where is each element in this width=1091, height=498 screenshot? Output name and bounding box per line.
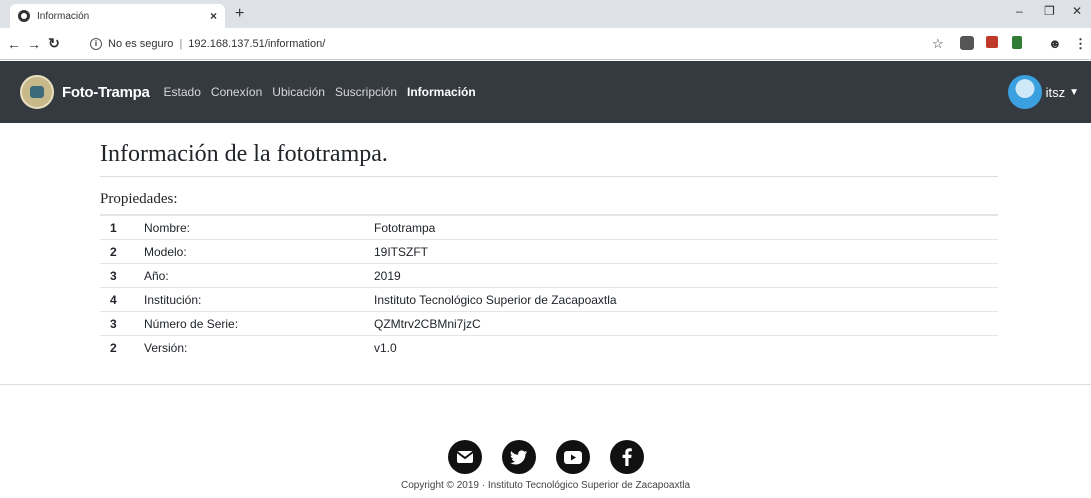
- close-window-icon[interactable]: ✕: [1072, 4, 1082, 18]
- main-content: Información de la fototrampa. Propiedade…: [100, 141, 998, 360]
- table-row: 2 Modelo: 19ITSZFT: [100, 239, 998, 264]
- row-index: 3: [100, 311, 144, 336]
- row-key: Modelo:: [144, 239, 374, 264]
- reload-icon[interactable]: ↻: [44, 35, 64, 52]
- youtube-icon[interactable]: [555, 440, 590, 474]
- browser-tabstrip: Información × + – ❐ ✕: [0, 0, 1091, 28]
- row-index: 3: [100, 263, 144, 288]
- row-value: 19ITSZFT: [374, 239, 998, 264]
- extension-icon[interactable]: [986, 36, 998, 48]
- avatar: [1007, 75, 1042, 109]
- envelope-icon[interactable]: [447, 440, 482, 474]
- url-text: 192.168.137.51/information/: [188, 38, 326, 50]
- back-icon[interactable]: ←: [4, 36, 24, 52]
- row-value: Fototrampa: [374, 215, 998, 240]
- row-key: Versión:: [144, 335, 374, 360]
- facebook-icon[interactable]: [609, 440, 644, 474]
- globe-icon: [18, 10, 30, 22]
- row-value: QZMtrv2CBMni7jzC: [374, 311, 998, 336]
- profile-icon[interactable]: ☻: [1048, 36, 1062, 51]
- row-index: 2: [100, 335, 144, 360]
- table-row: 4 Institución: Instituto Tecnológico Sup…: [100, 287, 998, 312]
- table-row: 3 Año: 2019: [100, 263, 998, 288]
- star-icon[interactable]: ☆: [932, 36, 944, 52]
- brand[interactable]: Foto-Trampa: [62, 84, 150, 101]
- table-row: 1 Nombre: Fototrampa: [100, 215, 998, 240]
- tab-title: Información: [37, 10, 90, 22]
- footer-divider: [0, 384, 1091, 385]
- restore-icon[interactable]: ❐: [1044, 4, 1055, 18]
- menu-icon[interactable]: ⋮: [1074, 36, 1087, 52]
- row-key: Institución:: [144, 287, 374, 312]
- row-index: 4: [100, 287, 144, 312]
- section-label: Propiedades:: [100, 191, 998, 215]
- properties-table: 1 Nombre: Fototrampa 2 Modelo: 19ITSZFT …: [100, 215, 998, 360]
- row-index: 1: [100, 215, 144, 240]
- page-title: Información de la fototrampa.: [100, 141, 998, 177]
- username: itsz: [1045, 84, 1066, 100]
- tab-close-button[interactable]: ×: [210, 9, 217, 23]
- row-key: Nombre:: [144, 215, 374, 240]
- forward-icon[interactable]: →: [24, 36, 44, 52]
- row-index: 2: [100, 239, 144, 264]
- social-links: [0, 440, 1091, 474]
- info-icon[interactable]: i: [90, 38, 102, 50]
- nav-item-estado[interactable]: Estado: [164, 85, 201, 99]
- security-label: No es seguro: [108, 38, 174, 50]
- address-bar: ← → ↻ i No es seguro | 192.168.137.51/in…: [0, 28, 1091, 60]
- nav-item-conexion[interactable]: Conexíon: [211, 85, 262, 99]
- logo-icon[interactable]: [20, 75, 54, 109]
- row-key: Número de Serie:: [144, 311, 374, 336]
- omnibox[interactable]: i No es seguro | 192.168.137.51/informat…: [90, 33, 920, 55]
- new-tab-button[interactable]: +: [235, 5, 244, 23]
- caret-down-icon: ▼: [1069, 86, 1079, 98]
- user-menu[interactable]: itsz ▼: [1007, 75, 1079, 109]
- extension-icon[interactable]: [1012, 36, 1022, 49]
- separator: |: [179, 38, 183, 50]
- row-key: Año:: [144, 263, 374, 288]
- row-value: v1.0: [374, 335, 998, 360]
- nav-item-ubicacion[interactable]: Ubicación: [272, 85, 325, 99]
- app-navbar: Foto-Trampa Estado Conexíon Ubicación Su…: [0, 61, 1091, 123]
- copyright: Copyright © 2019 · Instituto Tecnológico…: [400, 480, 691, 491]
- minimize-icon[interactable]: –: [1016, 4, 1023, 18]
- table-row: 2 Versión: v1.0: [100, 335, 998, 360]
- table-row: 3 Número de Serie: QZMtrv2CBMni7jzC: [100, 311, 998, 336]
- twitter-icon[interactable]: [501, 440, 536, 474]
- browser-tab[interactable]: Información ×: [10, 4, 225, 28]
- extension-icon[interactable]: [960, 36, 974, 50]
- nav-item-informacion[interactable]: Información: [407, 85, 476, 99]
- nav-item-suscripcion[interactable]: Suscripción: [335, 85, 397, 99]
- row-value: Instituto Tecnológico Superior de Zacapo…: [374, 287, 998, 312]
- row-value: 2019: [374, 263, 998, 288]
